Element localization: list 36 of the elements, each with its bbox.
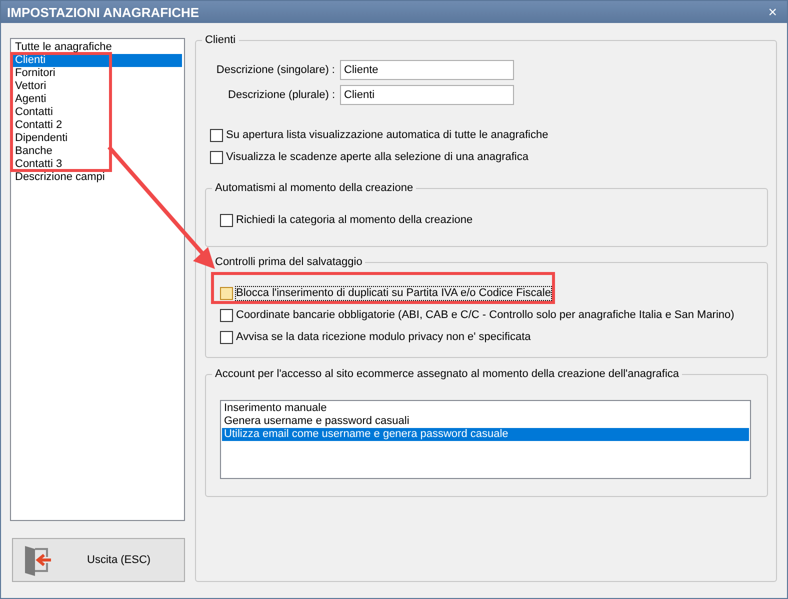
- account-option[interactable]: Genera username e password casuali: [222, 415, 749, 428]
- close-button[interactable]: ×: [764, 6, 781, 18]
- checkbox-label[interactable]: Coordinate bancarie obbligatorie (ABI, CAB e C/C - Controllo solo per anagrafiche Italia e San Marino): [236, 308, 734, 322]
- category-item[interactable]: Banche: [13, 145, 182, 158]
- window-title: IMPOSTAZIONI ANAGRAFICHE: [7, 6, 200, 18]
- checkbox-label[interactable]: Avvisa se la data ricezione modulo privacy non e' specificata: [236, 330, 531, 344]
- group-title: Automatismi al momento della creazione: [214, 182, 414, 195]
- checkbox[interactable]: [220, 286, 233, 300]
- text-field[interactable]: Clienti: [340, 85, 514, 105]
- category-item[interactable]: Contatti 3: [13, 158, 182, 171]
- checkbox[interactable]: [220, 330, 233, 344]
- account-option[interactable]: Inserimento manuale: [222, 402, 749, 415]
- group-title: Account per l'accesso al sito ecommerce assegnato al momento della creazione dell'anagrafica: [214, 368, 680, 381]
- account-option[interactable]: Utilizza email come username e genera password casuale: [222, 428, 749, 441]
- field-label: Descrizione (plurale) :: [227, 88, 335, 102]
- group-title: Clienti: [204, 34, 237, 47]
- category-item[interactable]: Fornitori: [13, 67, 182, 80]
- checkbox-label[interactable]: Su apertura lista visualizzazione automatica di tutte le anagrafiche: [226, 128, 548, 142]
- category-item[interactable]: Tutte le anagrafiche: [13, 41, 182, 54]
- checkbox[interactable]: [220, 214, 233, 226]
- category-item[interactable]: Dipendenti: [13, 132, 182, 145]
- checkbox[interactable]: [210, 150, 223, 164]
- checkbox-label[interactable]: Richiedi la categoria al momento della creazione: [236, 214, 473, 226]
- checkbox-label[interactable]: Visualizza le scadenze aperte alla selezione di una anagrafica: [226, 150, 528, 164]
- category-item[interactable]: Contatti 2: [13, 119, 182, 132]
- field-label: Descrizione (singolare) :: [215, 64, 335, 76]
- group-title: Controlli prima del salvataggio: [214, 256, 364, 269]
- category-item[interactable]: Descrizione campi: [13, 171, 182, 184]
- exit-button[interactable]: Uscita (ESC): [12, 538, 185, 582]
- category-item[interactable]: Clienti: [13, 54, 182, 67]
- checkbox[interactable]: [220, 308, 233, 322]
- text-field[interactable]: Cliente: [340, 60, 514, 80]
- category-item[interactable]: Vettori: [13, 80, 182, 93]
- category-item[interactable]: Agenti: [13, 93, 182, 106]
- checkbox[interactable]: [210, 128, 223, 142]
- category-item[interactable]: Contatti: [13, 106, 182, 119]
